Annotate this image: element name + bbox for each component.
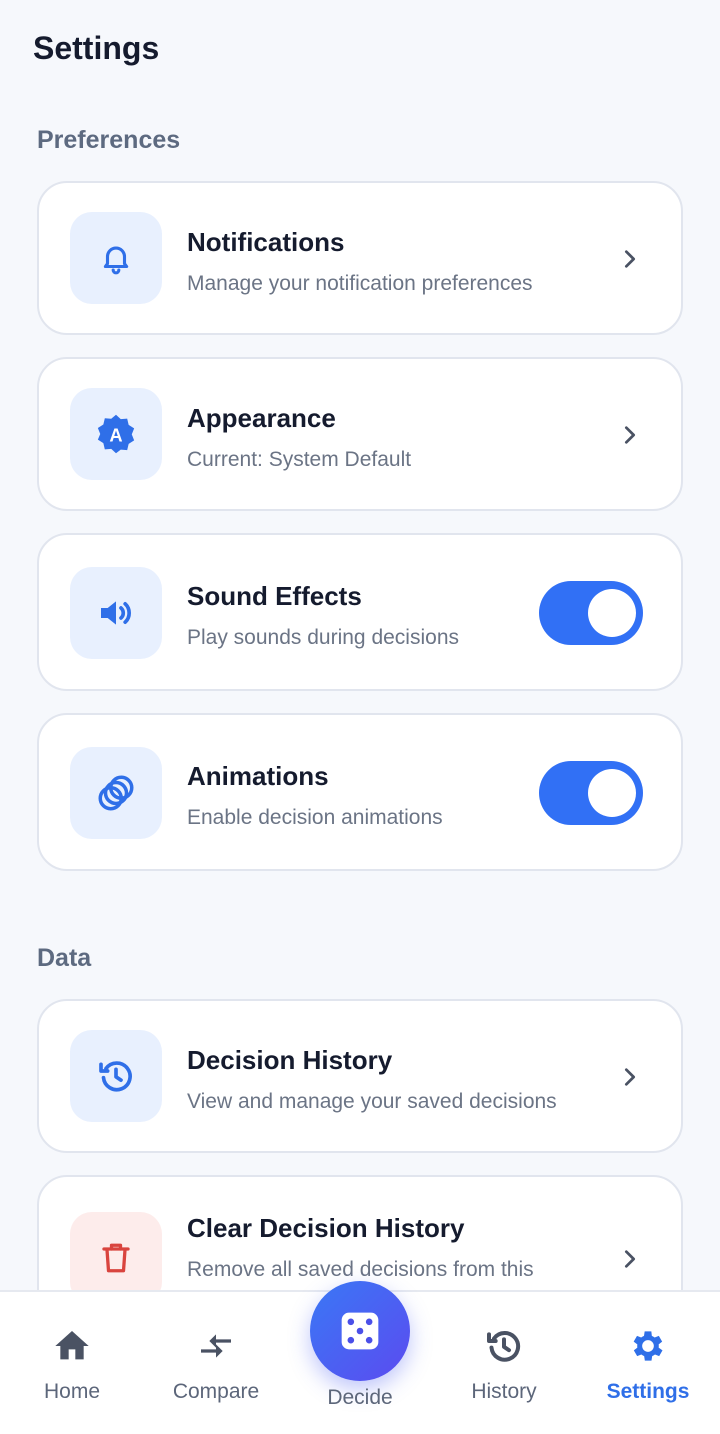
decide-button[interactable] (310, 1281, 410, 1381)
decision-history-title: Decision History (187, 1045, 393, 1075)
section-title-preferences: Preferences (37, 126, 181, 154)
nav-history[interactable]: History (432, 1292, 576, 1434)
nav-compare[interactable]: Compare (144, 1292, 288, 1434)
toggle-knob (588, 589, 636, 637)
sound-effects-row: Sound Effects Play sounds during decisio… (37, 533, 683, 691)
appearance-row[interactable]: A Appearance Current: System Default (37, 357, 683, 511)
section-title-data: Data (37, 944, 92, 972)
gear-icon (633, 1331, 663, 1361)
home-icon (55, 1331, 89, 1360)
nav-home[interactable]: Home (0, 1292, 144, 1434)
bell-icon (70, 212, 162, 304)
nav-settings[interactable]: Settings (576, 1292, 720, 1434)
clear-history-title: Clear Decision History (187, 1213, 465, 1243)
animations-title: Animations (187, 761, 329, 791)
page-title: Settings (33, 30, 160, 66)
dice-icon (341, 1312, 379, 1350)
compare-arrows-icon (201, 1334, 231, 1358)
appearance-subtitle: Current: System Default (187, 448, 412, 471)
notifications-subtitle: Manage your notification preferences (187, 272, 533, 295)
animation-rings-icon (70, 747, 162, 839)
appearance-title: Appearance (187, 403, 336, 433)
sound-effects-toggle[interactable] (539, 581, 643, 645)
sound-effects-title: Sound Effects (187, 581, 362, 611)
decision-history-row[interactable]: Decision History View and manage your sa… (37, 999, 683, 1153)
history-icon (70, 1030, 162, 1122)
chevron-right-icon (624, 1250, 636, 1268)
chevron-right-icon (624, 426, 636, 444)
toggle-knob (588, 769, 636, 817)
nav-home-label: Home (43, 1380, 101, 1403)
nav-history-label: History (471, 1380, 537, 1403)
settings-screen: Settings Preferences Notifications Manag… (0, 0, 720, 1434)
decision-history-subtitle: View and manage your saved decisions (187, 1090, 557, 1113)
animations-subtitle: Enable decision animations (187, 806, 443, 829)
speaker-icon (70, 567, 162, 659)
chevron-right-icon (624, 1068, 636, 1086)
animations-toggle[interactable] (539, 761, 643, 825)
svg-text:A: A (109, 424, 122, 445)
theme-icon: A (70, 388, 162, 480)
notifications-row[interactable]: Notifications Manage your notification p… (37, 181, 683, 335)
nav-decide-label: Decide (327, 1386, 393, 1409)
sound-effects-subtitle: Play sounds during decisions (187, 626, 459, 649)
clear-history-subtitle: Remove all saved decisions from this (187, 1258, 534, 1281)
chevron-right-icon (624, 250, 636, 268)
history-icon (487, 1331, 521, 1362)
nav-settings-label: Settings (606, 1380, 690, 1403)
animations-row: Animations Enable decision animations (37, 713, 683, 871)
notifications-title: Notifications (187, 227, 345, 257)
nav-compare-label: Compare (172, 1380, 260, 1403)
